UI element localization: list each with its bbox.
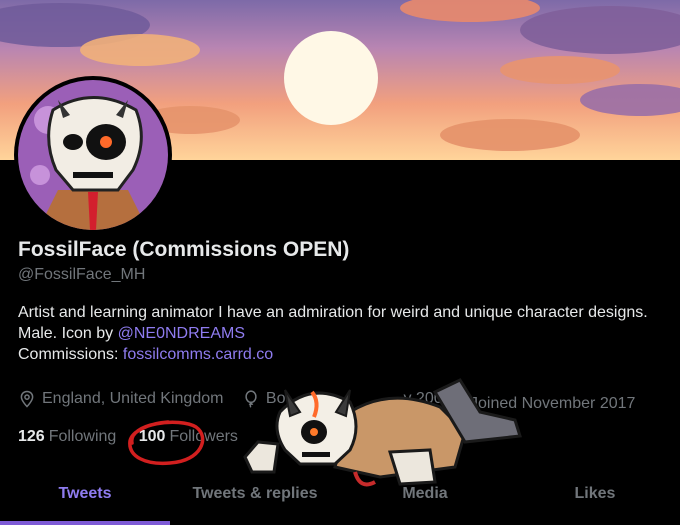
following-number: 126 [18, 428, 45, 445]
avatar-skull-illustration [18, 80, 168, 230]
tab-likes[interactable]: Likes [510, 468, 680, 525]
tab-tweets-and-replies[interactable]: Tweets & replies [170, 468, 340, 525]
profile-avatar[interactable] [14, 76, 172, 234]
bio-mention-link[interactable]: @NE0NDREAMS [118, 325, 245, 342]
location-item: England, United Kingdom [18, 390, 223, 408]
tab-replies-label: Tweets & replies [192, 485, 318, 502]
tab-media-label: Media [402, 485, 448, 502]
location-pin-icon [20, 390, 34, 408]
tab-tweets[interactable]: Tweets [0, 468, 170, 525]
commissions-label: Commissions: [18, 346, 123, 363]
active-tab-indicator [0, 521, 170, 525]
following-label: Following [48, 428, 117, 445]
profile-display-name: FossilFace (Commissions OPEN) [18, 238, 350, 261]
tab-tweets-label: Tweets [58, 485, 112, 502]
red-circle-annotation [128, 420, 205, 466]
commissions-link[interactable]: fossilcomms.carrd.co [123, 346, 273, 363]
tab-likes-label: Likes [574, 485, 616, 502]
profile-handle: @FossilFace_MH [18, 266, 146, 283]
location-text: England, United Kingdom [42, 390, 224, 407]
bio-text: Artist and learning animator I have an a… [18, 304, 648, 342]
profile-tabs: Tweets Tweets & replies Media Likes [0, 468, 680, 525]
tab-media[interactable]: Media [340, 468, 510, 525]
profile-bio: Artist and learning animator I have an a… [18, 302, 658, 365]
following-count[interactable]: 126 Following [18, 428, 116, 446]
